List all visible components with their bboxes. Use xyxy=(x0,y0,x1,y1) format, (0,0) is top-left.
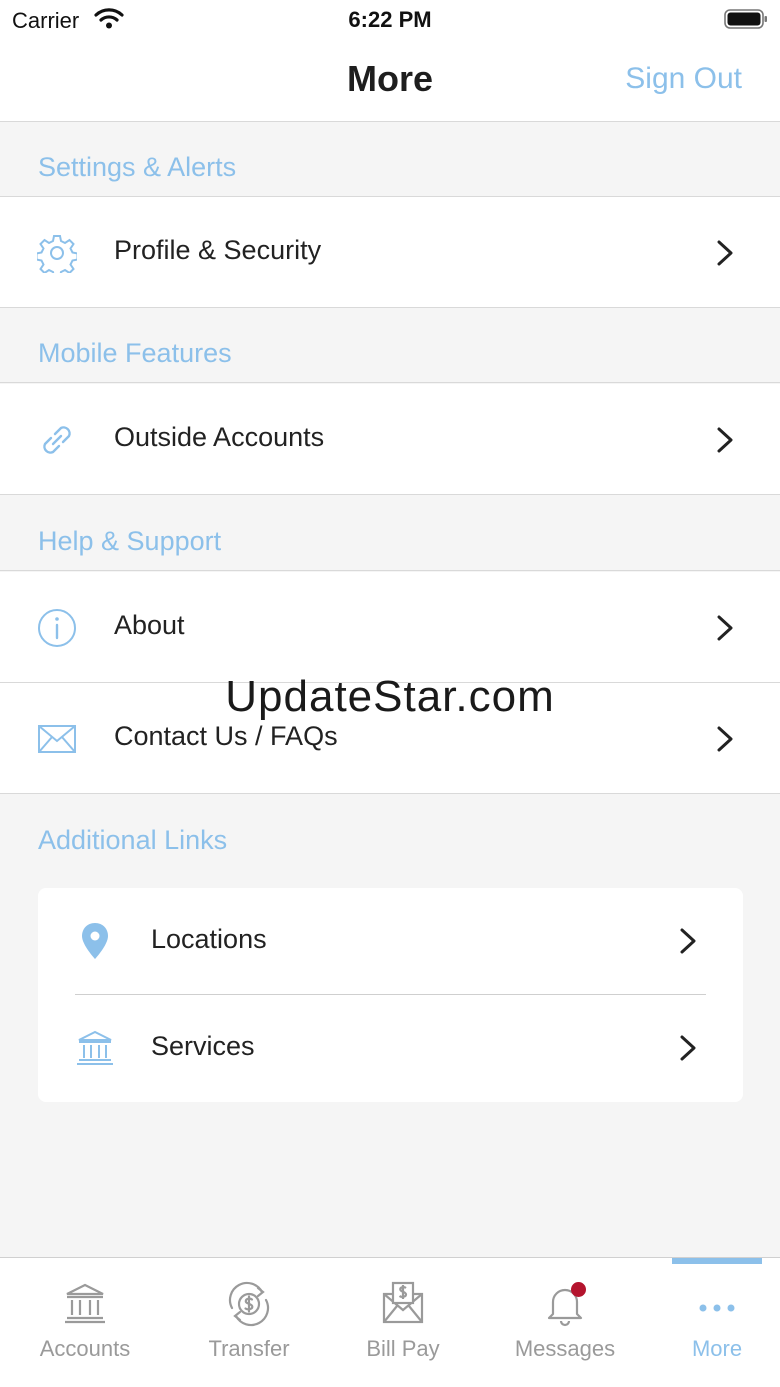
menu-item-label: Services xyxy=(151,1031,255,1061)
tab-label: Transfer xyxy=(208,1336,290,1361)
link-icon xyxy=(43,426,71,454)
battery-icon xyxy=(724,9,767,29)
tab-transfer[interactable]: Transfer xyxy=(171,1258,327,1387)
watermark-text: UpdateStar.com xyxy=(225,672,555,721)
chevron-right-icon xyxy=(717,726,733,752)
sign-out-button[interactable]: Sign Out xyxy=(625,62,742,96)
menu-item-about[interactable]: About xyxy=(0,572,780,683)
menu-item-label: Profile & Security xyxy=(114,235,322,265)
navigation-bar: More Sign Out xyxy=(0,40,780,122)
menu-item-label: Contact Us / FAQs xyxy=(114,721,338,751)
menu-item-profile-security[interactable]: Profile & Security xyxy=(0,197,780,308)
menu-item-label: Locations xyxy=(151,924,267,954)
bank-icon xyxy=(65,1283,105,1324)
info-icon xyxy=(38,609,76,647)
tab-accounts[interactable]: Accounts xyxy=(7,1258,163,1387)
section-header-settings-alerts: Settings & Alerts xyxy=(0,122,780,197)
bank-icon xyxy=(77,1030,113,1065)
notification-badge xyxy=(571,1282,586,1297)
tab-label: Messages xyxy=(514,1336,616,1361)
bill-pay-icon xyxy=(382,1281,424,1324)
menu-item-label: About xyxy=(114,610,185,640)
additional-links-card: Locations Services xyxy=(38,888,743,1102)
menu-item-services[interactable]: Services xyxy=(38,995,743,1102)
status-time: 6:22 PM xyxy=(348,7,432,32)
chevron-right-icon xyxy=(717,615,733,641)
chevron-right-icon xyxy=(717,240,733,266)
more-dots-icon xyxy=(699,1304,735,1312)
menu-item-locations[interactable]: Locations xyxy=(38,888,743,995)
tab-messages[interactable]: Messages xyxy=(487,1258,643,1387)
section-header-additional-links: Additional Links xyxy=(38,825,228,855)
transfer-icon xyxy=(228,1281,270,1327)
section-header-mobile-features: Mobile Features xyxy=(0,308,780,383)
tab-label: More xyxy=(691,1336,743,1361)
chevron-right-icon xyxy=(680,1035,696,1061)
status-bar: Carrier 6:22 PM xyxy=(0,0,780,40)
tab-more[interactable]: More xyxy=(639,1258,780,1387)
location-pin-icon xyxy=(82,923,108,959)
tab-bill-pay[interactable]: Bill Pay xyxy=(325,1258,481,1387)
menu-item-outside-accounts[interactable]: Outside Accounts xyxy=(0,384,780,495)
chevron-right-icon xyxy=(680,928,696,954)
tab-label: Bill Pay xyxy=(366,1336,440,1361)
menu-item-label: Outside Accounts xyxy=(114,422,325,452)
tab-label: Accounts xyxy=(39,1336,131,1361)
tab-bar: Accounts Transfer Bill Pay Messages More xyxy=(0,1257,780,1387)
chevron-right-icon xyxy=(717,427,733,453)
gear-icon xyxy=(37,235,77,273)
envelope-icon xyxy=(38,725,76,753)
section-header-help-support: Help & Support xyxy=(0,496,780,571)
